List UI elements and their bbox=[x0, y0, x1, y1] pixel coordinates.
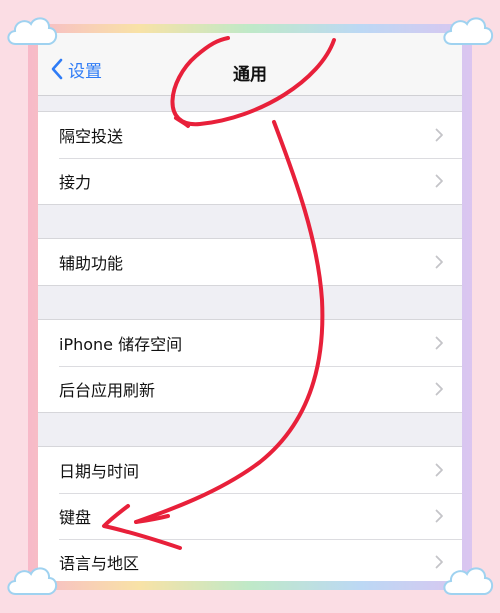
row-accessibility[interactable]: 辅助功能 bbox=[38, 239, 462, 285]
row-background-refresh[interactable]: 后台应用刷新 bbox=[38, 366, 462, 412]
chevron-right-icon bbox=[435, 382, 443, 396]
settings-group-4: 日期与时间 键盘 语言与地区 bbox=[38, 446, 462, 581]
cloud-icon bbox=[443, 567, 494, 595]
chevron-right-icon bbox=[435, 336, 443, 350]
chevron-right-icon bbox=[435, 463, 443, 477]
row-airdrop[interactable]: 隔空投送 bbox=[38, 112, 462, 158]
settings-screen: 设置 通用 隔空投送 接力 辅助功能 iPhone 储存空间 后台应用刷新 日期… bbox=[38, 33, 462, 581]
row-keyboard[interactable]: 键盘 bbox=[38, 493, 462, 539]
row-label: 键盘 bbox=[59, 508, 92, 527]
row-label: 语言与地区 bbox=[59, 554, 140, 573]
row-label: 后台应用刷新 bbox=[59, 381, 156, 400]
cloud-icon bbox=[443, 17, 494, 45]
settings-group-1: 隔空投送 接力 bbox=[38, 111, 462, 205]
page-title: 通用 bbox=[233, 65, 267, 85]
row-language-region[interactable]: 语言与地区 bbox=[38, 539, 462, 581]
row-label: iPhone 储存空间 bbox=[59, 335, 183, 354]
chevron-right-icon bbox=[435, 174, 443, 188]
cloud-icon bbox=[7, 17, 58, 45]
row-handoff[interactable]: 接力 bbox=[38, 158, 462, 204]
row-label: 接力 bbox=[59, 173, 92, 192]
settings-group-3: iPhone 储存空间 后台应用刷新 bbox=[38, 319, 462, 413]
chevron-right-icon bbox=[435, 509, 443, 523]
row-label: 隔空投送 bbox=[59, 127, 124, 146]
settings-group-2: 辅助功能 bbox=[38, 238, 462, 286]
row-label: 辅助功能 bbox=[59, 254, 124, 273]
row-label: 日期与时间 bbox=[59, 462, 140, 481]
chevron-right-icon bbox=[435, 255, 443, 269]
cloud-icon bbox=[7, 567, 58, 595]
chevron-right-icon bbox=[435, 128, 443, 142]
navigation-bar: 设置 通用 bbox=[38, 33, 462, 96]
row-iphone-storage[interactable]: iPhone 储存空间 bbox=[38, 320, 462, 366]
row-date-time[interactable]: 日期与时间 bbox=[38, 447, 462, 493]
